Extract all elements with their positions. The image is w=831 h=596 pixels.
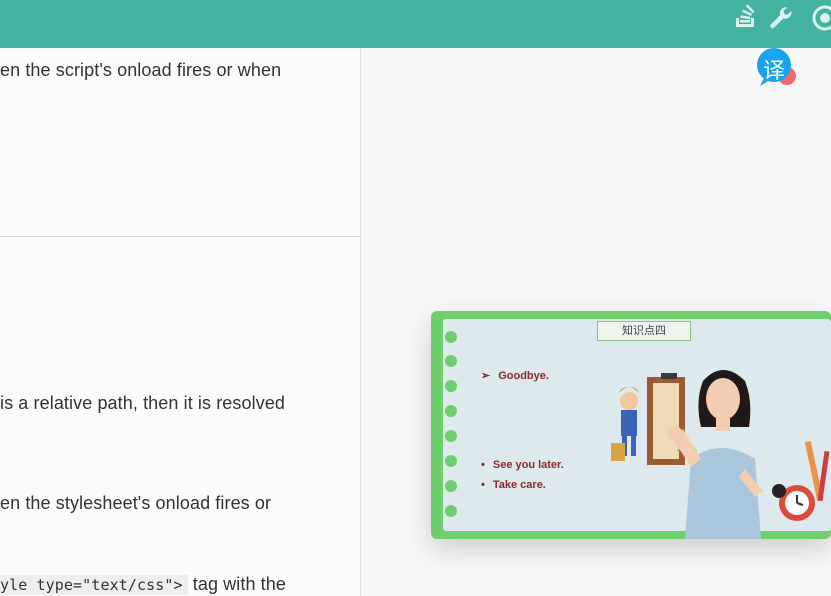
video-player[interactable]: 知识点四 ➢ Goodbye. • See you later. • Take car… — [431, 311, 831, 539]
binder-ring — [445, 405, 457, 417]
github-icon[interactable] — [811, 4, 831, 32]
slide-text-see-you: • See you later. — [481, 459, 564, 471]
translate-glyph: 译 — [763, 59, 786, 84]
document-content: en the script's onload fires or when is … — [0, 48, 361, 596]
binder-ring — [445, 480, 457, 492]
binder-ring — [445, 355, 457, 367]
slide-text-goodbye: ➢ Goodbye. — [481, 370, 549, 382]
wrench-icon[interactable] — [767, 4, 795, 32]
inline-code-style-tag: yle type="text/css"> — [0, 575, 188, 595]
doc-line-relative-path: is a relative path, then it is resolved — [0, 393, 286, 413]
binder-ring — [445, 380, 457, 392]
doc-line-stylesheet-onload: en the stylesheet's onload fires or — [0, 493, 272, 513]
binder-ring — [445, 430, 457, 442]
binder-ring — [445, 455, 457, 467]
slide-text-take-care: • Take care. — [481, 479, 546, 491]
decoration-clock-icon — [772, 441, 830, 521]
section-divider — [0, 236, 360, 237]
stack-overflow-icon[interactable] — [732, 4, 760, 32]
doc-line-style-tag: yle type="text/css"> tag with the — [0, 574, 286, 595]
doc-line-style-tag-text: tag with the — [187, 574, 286, 594]
binder-ring — [445, 505, 457, 517]
video-frame: 知识点四 ➢ Goodbye. • See you later. • Take car… — [443, 319, 831, 539]
translate-icon[interactable]: 译 — [754, 48, 800, 88]
top-toolbar — [0, 0, 831, 48]
binder-ring — [445, 331, 457, 343]
presenter-image — [668, 370, 763, 539]
lesson-tag: 知识点四 — [597, 321, 691, 341]
doc-line-script-onload: en the script's onload fires or when — [0, 60, 282, 80]
